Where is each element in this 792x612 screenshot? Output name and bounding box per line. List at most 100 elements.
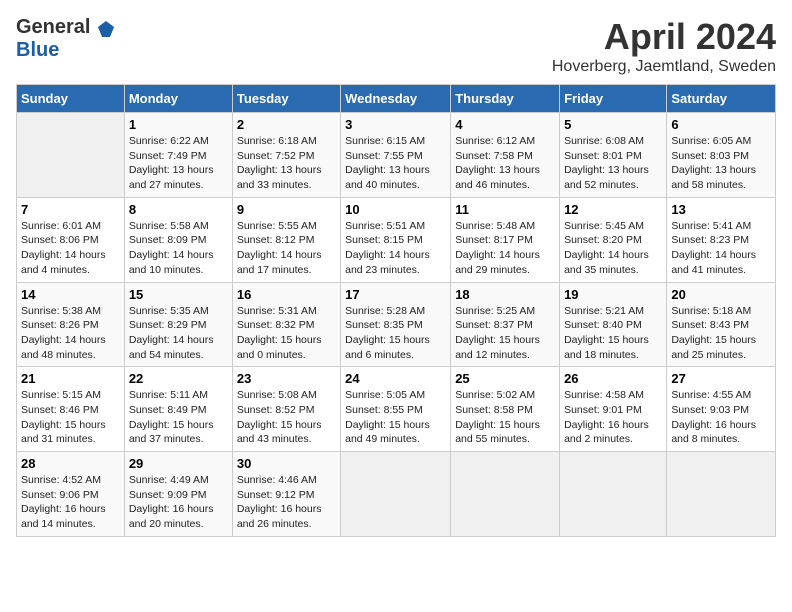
day-number: 19 (564, 287, 662, 302)
day-number: 14 (21, 287, 120, 302)
day-cell: 1 Sunrise: 6:22 AM Sunset: 7:49 PM Daylig… (124, 113, 232, 198)
week-row-1: 1 Sunrise: 6:22 AM Sunset: 7:49 PM Daylig… (17, 113, 776, 198)
weekday-header-row: SundayMondayTuesdayWednesdayThursdayFrid… (17, 85, 776, 113)
day-number: 24 (345, 371, 446, 386)
day-number: 18 (455, 287, 555, 302)
day-number: 6 (671, 117, 771, 132)
day-number: 4 (455, 117, 555, 132)
day-number: 10 (345, 202, 446, 217)
day-number: 30 (237, 456, 336, 471)
day-number: 8 (129, 202, 228, 217)
weekday-header-wednesday: Wednesday (341, 85, 451, 113)
day-number: 27 (671, 371, 771, 386)
day-info: Sunrise: 6:05 AM Sunset: 8:03 PM Dayligh… (671, 134, 771, 193)
day-number: 5 (564, 117, 662, 132)
day-info: Sunrise: 5:18 AM Sunset: 8:43 PM Dayligh… (671, 304, 771, 363)
day-cell: 9Sunrise: 5:55 AM Sunset: 8:12 PM Daylig… (232, 197, 340, 282)
day-info: Sunrise: 6:08 AM Sunset: 8:01 PM Dayligh… (564, 134, 662, 193)
weekday-header-saturday: Saturday (667, 85, 776, 113)
day-cell: 27 Sunrise: 4:55 AM Sunset: 9:03 PM Dayli… (667, 367, 776, 452)
day-cell: 17 Sunrise: 5:28 AM Sunset: 8:35 PM Dayli… (341, 282, 451, 367)
day-info: Sunrise: 5:58 AM Sunset: 8:09 PM Dayligh… (129, 219, 228, 278)
day-number: 13 (671, 202, 771, 217)
day-cell: 22 Sunrise: 5:11 AM Sunset: 8:49 PM Dayli… (124, 367, 232, 452)
day-number: 21 (21, 371, 120, 386)
day-cell: 19 Sunrise: 5:21 AM Sunset: 8:40 PM Dayli… (560, 282, 667, 367)
calendar-table: SundayMondayTuesdayWednesdayThursdayFrid… (16, 84, 776, 537)
day-info: Sunrise: 4:46 AM Sunset: 9:12 PM Dayligh… (237, 473, 336, 532)
day-cell: 26Sunrise: 4:58 AM Sunset: 9:01 PM Dayli… (560, 367, 667, 452)
day-cell: 8 Sunrise: 5:58 AM Sunset: 8:09 PM Daylig… (124, 197, 232, 282)
day-info: Sunrise: 5:05 AM Sunset: 8:55 PM Dayligh… (345, 388, 446, 447)
day-cell: 2Sunrise: 6:18 AM Sunset: 7:52 PM Daylig… (232, 113, 340, 198)
day-cell: 14 Sunrise: 5:38 AM Sunset: 8:26 PM Dayli… (17, 282, 125, 367)
day-cell: 15 Sunrise: 5:35 AM Sunset: 8:29 PM Dayli… (124, 282, 232, 367)
logo: General Blue (16, 16, 117, 62)
day-info: Sunrise: 5:45 AM Sunset: 8:20 PM Dayligh… (564, 219, 662, 278)
day-info: Sunrise: 6:22 AM Sunset: 7:49 PM Dayligh… (129, 134, 228, 193)
day-info: Sunrise: 6:12 AM Sunset: 7:58 PM Dayligh… (455, 134, 555, 193)
day-cell: 29Sunrise: 4:49 AM Sunset: 9:09 PM Dayli… (124, 452, 232, 537)
day-number: 28 (21, 456, 120, 471)
day-cell: 18 Sunrise: 5:25 AM Sunset: 8:37 PM Dayli… (451, 282, 560, 367)
day-info: Sunrise: 5:31 AM Sunset: 8:32 PM Dayligh… (237, 304, 336, 363)
day-number: 2 (237, 117, 336, 132)
day-info: Sunrise: 4:55 AM Sunset: 9:03 PM Dayligh… (671, 388, 771, 447)
day-cell: 16 Sunrise: 5:31 AM Sunset: 8:32 PM Dayli… (232, 282, 340, 367)
day-number: 22 (129, 371, 228, 386)
week-row-3: 14 Sunrise: 5:38 AM Sunset: 8:26 PM Dayli… (17, 282, 776, 367)
logo-bird-icon (96, 19, 116, 39)
logo-row1: General (16, 16, 117, 39)
day-cell: 4 Sunrise: 6:12 AM Sunset: 7:58 PM Daylig… (451, 113, 560, 198)
day-cell: 11Sunrise: 5:48 AM Sunset: 8:17 PM Dayli… (451, 197, 560, 282)
day-cell: 5 Sunrise: 6:08 AM Sunset: 8:01 PM Daylig… (560, 113, 667, 198)
day-info: Sunrise: 4:49 AM Sunset: 9:09 PM Dayligh… (129, 473, 228, 532)
day-cell: 28 Sunrise: 4:52 AM Sunset: 9:06 PM Dayli… (17, 452, 125, 537)
day-cell: 25 Sunrise: 5:02 AM Sunset: 8:58 PM Dayli… (451, 367, 560, 452)
day-cell: 30 Sunrise: 4:46 AM Sunset: 9:12 PM Dayli… (232, 452, 340, 537)
day-number: 1 (129, 117, 228, 132)
day-info: Sunrise: 5:08 AM Sunset: 8:52 PM Dayligh… (237, 388, 336, 447)
day-info: Sunrise: 5:38 AM Sunset: 8:26 PM Dayligh… (21, 304, 120, 363)
day-number: 26 (564, 371, 662, 386)
day-number: 15 (129, 287, 228, 302)
day-cell: 23 Sunrise: 5:08 AM Sunset: 8:52 PM Dayli… (232, 367, 340, 452)
day-info: Sunrise: 4:52 AM Sunset: 9:06 PM Dayligh… (21, 473, 120, 532)
day-cell (17, 113, 125, 198)
day-number: 12 (564, 202, 662, 217)
day-info: Sunrise: 5:11 AM Sunset: 8:49 PM Dayligh… (129, 388, 228, 447)
week-row-2: 7 Sunrise: 6:01 AM Sunset: 8:06 PM Daylig… (17, 197, 776, 282)
day-info: Sunrise: 5:35 AM Sunset: 8:29 PM Dayligh… (129, 304, 228, 363)
day-info: Sunrise: 6:01 AM Sunset: 8:06 PM Dayligh… (21, 219, 120, 278)
day-number: 25 (455, 371, 555, 386)
weekday-header-tuesday: Tuesday (232, 85, 340, 113)
logo-row2: Blue (16, 39, 59, 62)
day-cell (341, 452, 451, 537)
title-section: April 2024 Hoverberg, Jaemtland, Sweden (552, 16, 776, 76)
day-info: Sunrise: 5:55 AM Sunset: 8:12 PM Dayligh… (237, 219, 336, 278)
day-number: 16 (237, 287, 336, 302)
day-number: 7 (21, 202, 120, 217)
day-cell: 10 Sunrise: 5:51 AM Sunset: 8:15 PM Dayli… (341, 197, 451, 282)
header: General Blue April 2024 Hoverberg, Jaemt… (16, 16, 776, 76)
day-number: 11 (455, 202, 555, 217)
day-info: Sunrise: 5:51 AM Sunset: 8:15 PM Dayligh… (345, 219, 446, 278)
weekday-header-monday: Monday (124, 85, 232, 113)
day-info: Sunrise: 5:28 AM Sunset: 8:35 PM Dayligh… (345, 304, 446, 363)
weekday-header-friday: Friday (560, 85, 667, 113)
day-info: Sunrise: 6:15 AM Sunset: 7:55 PM Dayligh… (345, 134, 446, 193)
weekday-header-thursday: Thursday (451, 85, 560, 113)
weekday-header-sunday: Sunday (17, 85, 125, 113)
week-row-4: 21 Sunrise: 5:15 AM Sunset: 8:46 PM Dayli… (17, 367, 776, 452)
day-info: Sunrise: 5:25 AM Sunset: 8:37 PM Dayligh… (455, 304, 555, 363)
day-cell: 24 Sunrise: 5:05 AM Sunset: 8:55 PM Dayli… (341, 367, 451, 452)
day-info: Sunrise: 5:21 AM Sunset: 8:40 PM Dayligh… (564, 304, 662, 363)
day-cell (667, 452, 776, 537)
day-number: 17 (345, 287, 446, 302)
day-cell: 21 Sunrise: 5:15 AM Sunset: 8:46 PM Dayli… (17, 367, 125, 452)
day-info: Sunrise: 5:02 AM Sunset: 8:58 PM Dayligh… (455, 388, 555, 447)
day-info: Sunrise: 5:41 AM Sunset: 8:23 PM Dayligh… (671, 219, 771, 278)
day-number: 23 (237, 371, 336, 386)
day-info: Sunrise: 5:15 AM Sunset: 8:46 PM Dayligh… (21, 388, 120, 447)
month-title: April 2024 (552, 16, 776, 58)
